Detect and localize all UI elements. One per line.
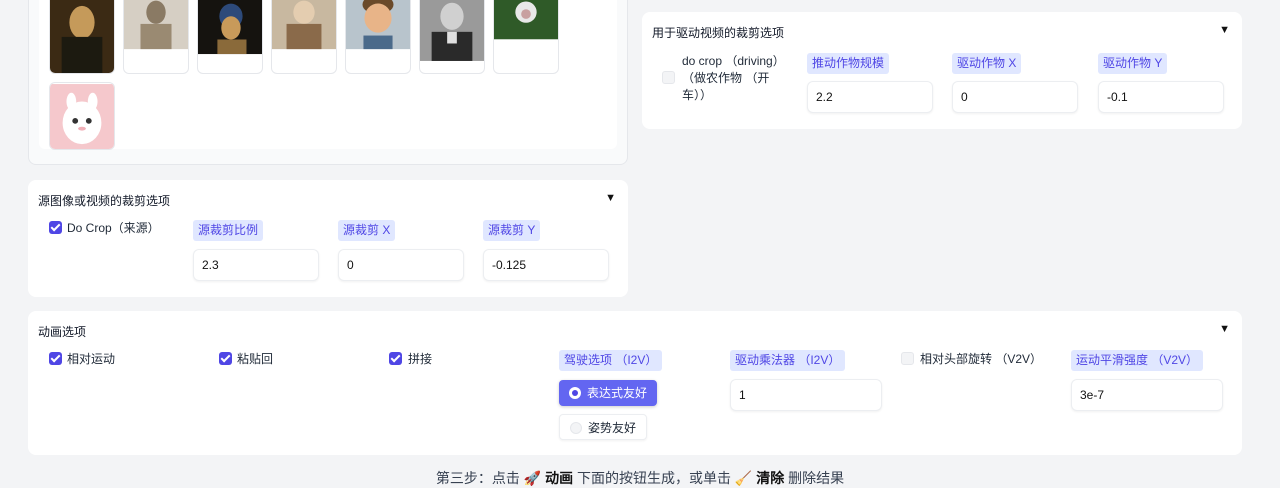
source-crop-scale-label: 源裁剪比例 <box>193 220 264 241</box>
motion-smooth-label: 运动平滑强度 （V2V） <box>1071 350 1204 371</box>
gallery-thumb-terracotta[interactable] <box>123 0 189 74</box>
source-crop-x-input[interactable]: 0 <box>338 249 464 281</box>
source-crop-panel: 源图像或视频的裁剪选项 ▼ Do Crop（来源） 源裁剪比例 2.3 源裁剪 … <box>28 180 628 297</box>
rocket-icon: 🚀 <box>523 470 542 486</box>
step3-instruction: 第三步：点击 🚀 动画 下面的按钮生成，或单击 🧹 清除 删除结果 <box>0 468 1280 488</box>
radio-dot-icon <box>569 387 581 399</box>
stitching-checkbox[interactable] <box>389 352 402 365</box>
terracotta-image <box>124 0 188 50</box>
paste-back-label: 粘贴回 <box>237 352 274 366</box>
source-crop-scale-input[interactable]: 2.3 <box>193 249 319 281</box>
alpaca-image <box>50 84 114 149</box>
girl-portrait-image <box>272 0 336 50</box>
gallery-thumb-alpaca[interactable] <box>49 82 115 150</box>
animation-title: 动画选项 <box>38 325 87 339</box>
cartoon-boy-image <box>346 0 410 50</box>
gallery-thumb-mona-lisa[interactable] <box>49 0 115 74</box>
pearl-earring-image <box>198 0 262 55</box>
driving-crop-title: 用于驱动视频的裁剪选项 <box>652 26 785 40</box>
step3-text-3: 删除结果 <box>788 470 845 486</box>
relative-head-rotation-checkbox[interactable] <box>901 352 914 365</box>
source-crop-x-label: 源裁剪 X <box>338 220 396 241</box>
relative-motion-label: 相对运动 <box>67 352 116 366</box>
source-crop-checkbox[interactable] <box>49 221 62 234</box>
driving-crop-y-input[interactable]: -0.1 <box>1098 81 1224 113</box>
radio-pose-friendly-label: 姿势友好 <box>588 421 637 435</box>
driving-crop-label-line1: do crop （driving） <box>682 54 785 68</box>
white-monkey-image <box>494 0 558 40</box>
driving-crop-label-line3: 车）） <box>682 88 713 102</box>
gallery-thumb-cartoon-boy[interactable] <box>345 0 411 74</box>
source-crop-y-input[interactable]: -0.125 <box>483 249 609 281</box>
motion-smooth-input[interactable]: 3e-7 <box>1071 379 1223 411</box>
gallery-thumb-man-photo[interactable] <box>419 0 485 74</box>
stitching-label: 拼接 <box>408 352 433 366</box>
gallery-thumb-girl-portrait[interactable] <box>271 0 337 74</box>
collapse-triangle-icon[interactable]: ▼ <box>605 192 616 204</box>
example-gallery <box>39 0 617 150</box>
driving-multiplier-input[interactable]: 1 <box>730 379 882 411</box>
driving-crop-checkbox[interactable] <box>662 71 675 84</box>
paste-back-checkbox[interactable] <box>219 352 232 365</box>
radio-dot-icon <box>570 422 582 434</box>
broom-icon: 🧹 <box>734 470 753 486</box>
radio-expression-friendly[interactable]: 表达式友好 <box>559 380 658 406</box>
example-gallery-panel <box>28 0 628 165</box>
relative-head-rotation-label: 相对头部旋转 （V2V） <box>920 352 1043 366</box>
step3-text-1: 第三步：点击 <box>435 470 520 486</box>
animation-panel: 动画选项 ▼ 相对运动 粘贴回 拼接 驾驶选项 （I2V） 表达式友好 姿势友好… <box>28 311 1242 455</box>
step3-animate-text: 动画 <box>545 470 574 486</box>
mona-lisa-image <box>50 0 114 73</box>
driving-crop-y-label: 驱动作物 Y <box>1098 53 1168 74</box>
driving-option-label: 驾驶选项 （I2V） <box>559 350 663 371</box>
source-crop-label: Do Crop（来源） <box>67 221 160 235</box>
driving-crop-scale-input[interactable]: 2.2 <box>807 81 933 113</box>
collapse-triangle-icon[interactable]: ▼ <box>1219 24 1230 36</box>
source-crop-y-label: 源裁剪 Y <box>483 220 541 241</box>
driving-crop-x-label: 驱动作物 X <box>952 53 1022 74</box>
step3-text-2: 下面的按钮生成，或单击 <box>577 470 731 486</box>
radio-pose-friendly[interactable]: 姿势友好 <box>559 414 648 440</box>
relative-motion-checkbox[interactable] <box>49 352 62 365</box>
step3-clear-text: 清除 <box>756 470 785 486</box>
driving-crop-label-line2: （做农作物 （开 <box>682 71 770 85</box>
driving-crop-x-input[interactable]: 0 <box>952 81 1078 113</box>
driving-crop-scale-label: 推动作物规模 <box>807 53 890 74</box>
driving-crop-panel: 用于驱动视频的裁剪选项 ▼ do crop （driving） （做农作物 （开… <box>642 12 1242 129</box>
radio-expression-friendly-label: 表达式友好 <box>587 386 648 400</box>
man-photo-image <box>420 0 484 61</box>
source-crop-title: 源图像或视频的裁剪选项 <box>38 194 171 208</box>
collapse-triangle-icon[interactable]: ▼ <box>1219 323 1230 335</box>
gallery-thumb-pearl-earring[interactable] <box>197 0 263 74</box>
driving-multiplier-label: 驱动乘法器 （I2V） <box>730 350 846 371</box>
gallery-thumb-white-monkey[interactable] <box>493 0 559 74</box>
